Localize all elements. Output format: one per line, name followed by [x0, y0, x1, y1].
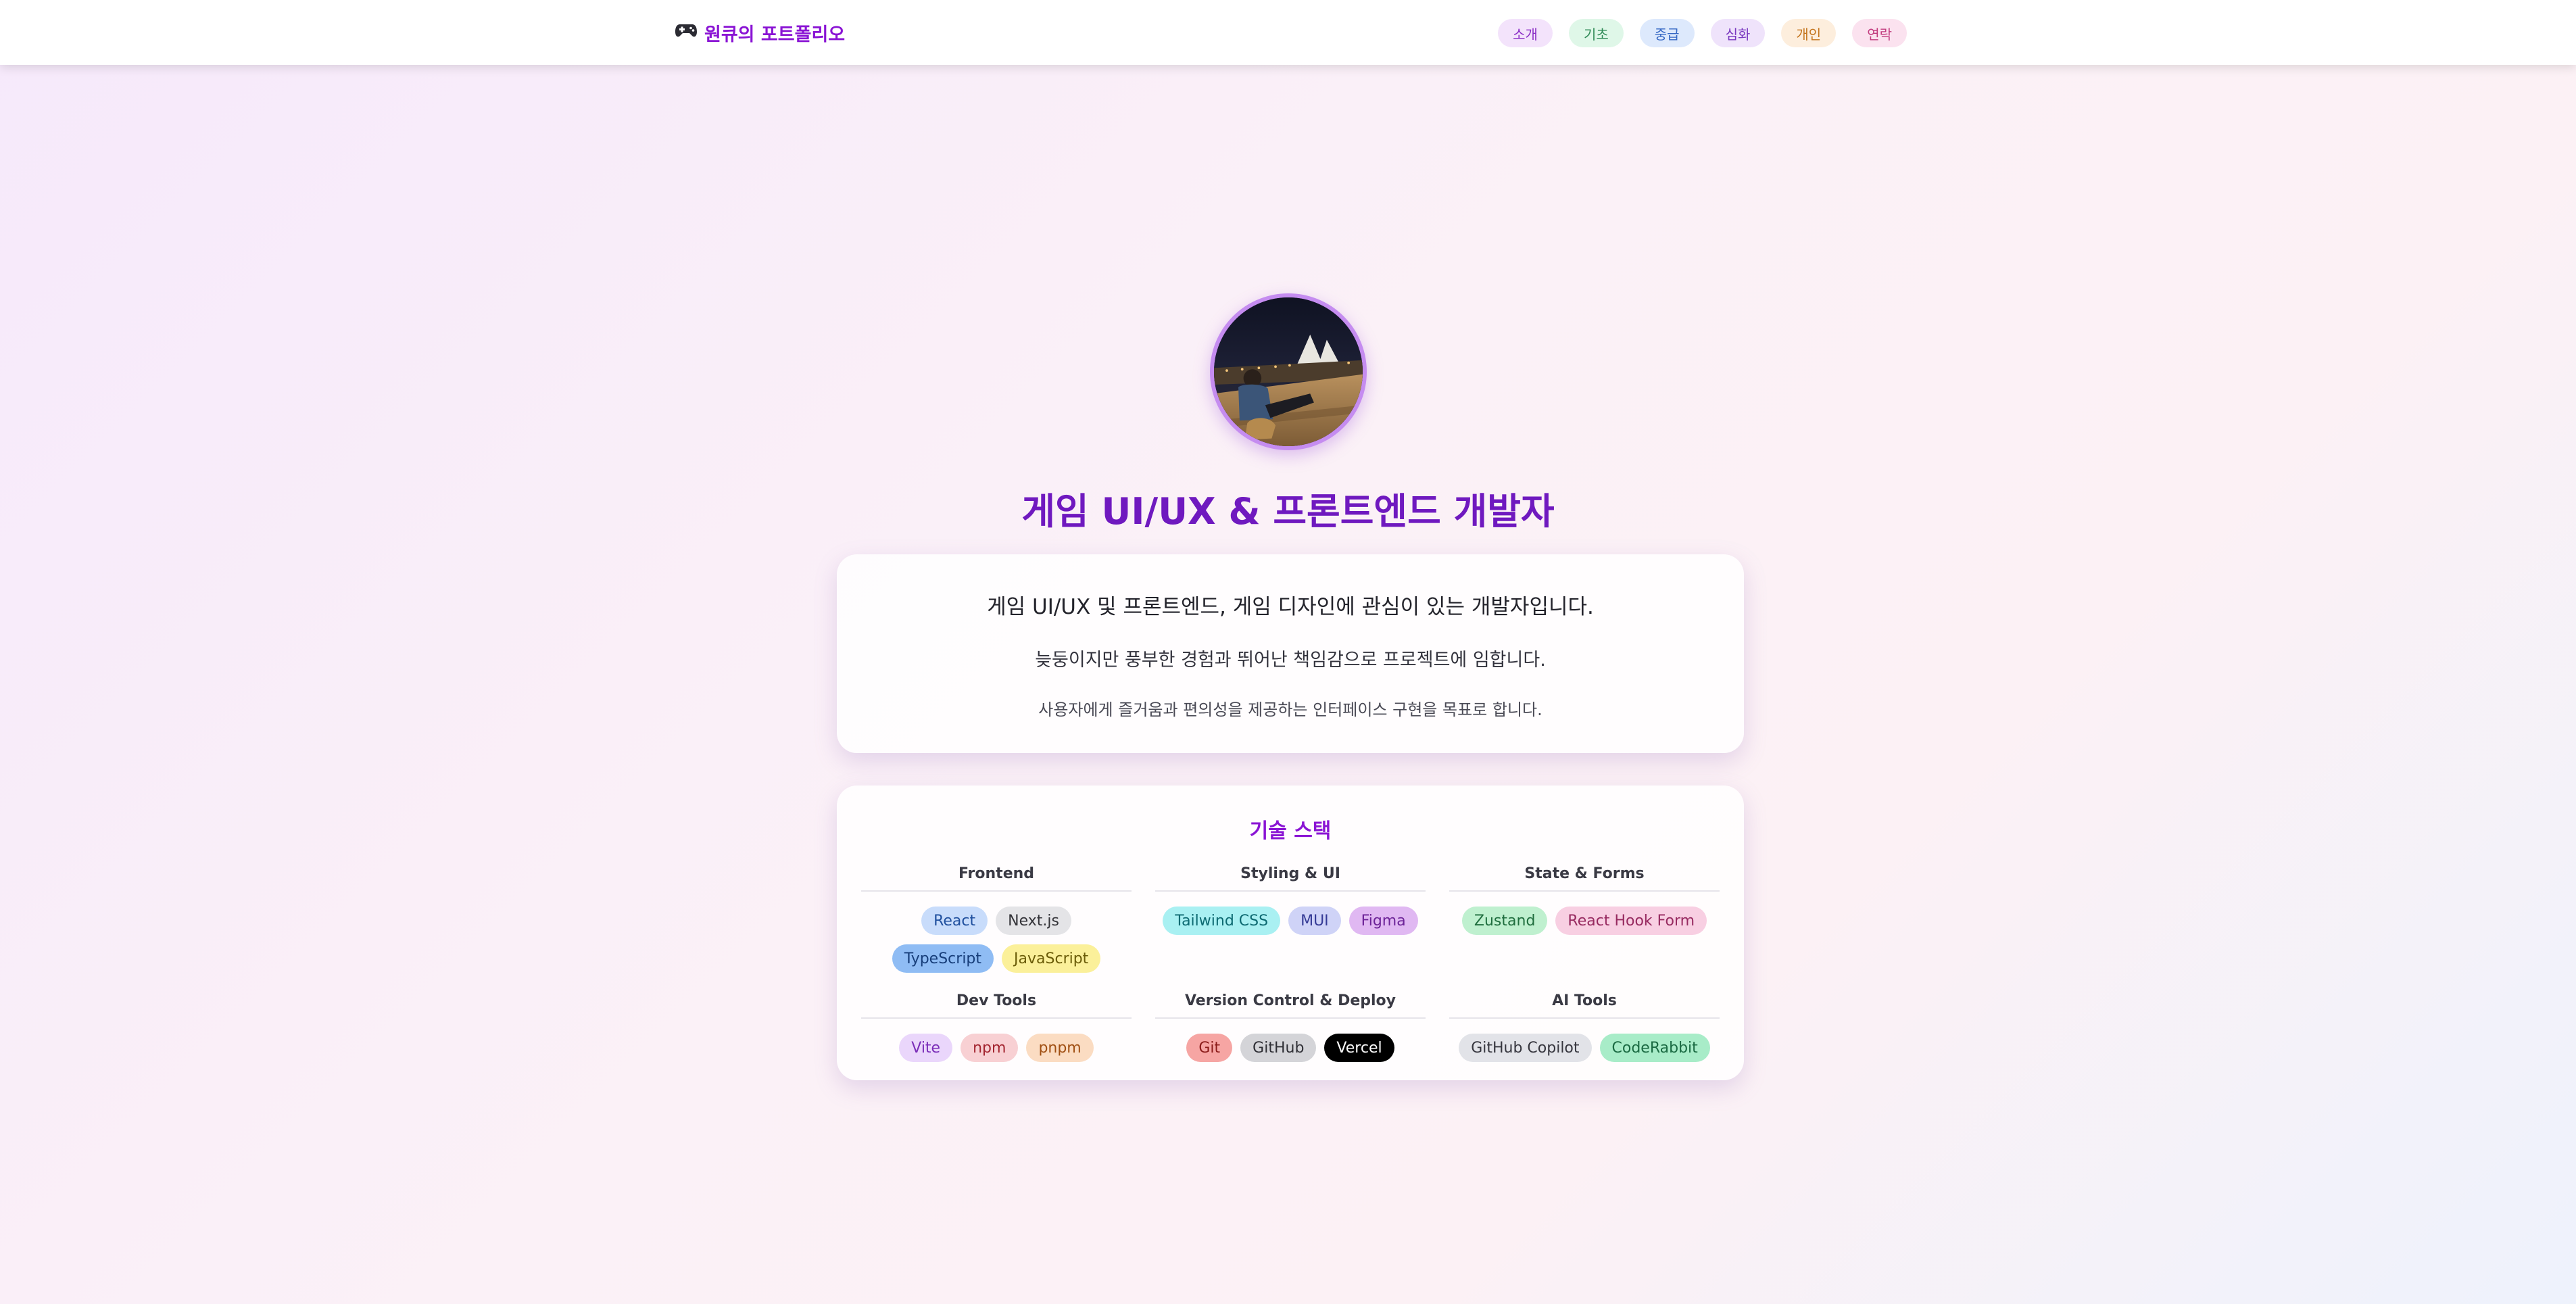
- intro-line: 게임 UI/UX 및 프론트엔드, 게임 디자인에 관심이 있는 개발자입니다.: [987, 595, 1594, 619]
- tech-group: AI Tools GitHub Copilot CodeRabbit: [1449, 992, 1720, 1062]
- top-navbar: 원큐의 포트폴리오 소개 기초 중급 심화 개인 연락: [0, 0, 2576, 65]
- intro-line: 늦둥이지만 풍부한 경험과 뛰어난 책임감으로 프로젝트에 임합니다.: [1035, 650, 1546, 671]
- tech-group: Frontend React Next.js TypeScript JavaScript: [861, 865, 1132, 973]
- tech-stack-title: 기술 스택: [1249, 819, 1332, 843]
- intro-line: 사용자에게 즐거움과 편의성을 제공하는 인터페이스 구현을 목표로 합니다.: [1038, 700, 1542, 719]
- page-title: 게임 UI/UX & 프론트엔드 개발자: [1021, 490, 1555, 533]
- tech-tag: npm: [961, 1034, 1019, 1062]
- tech-group-title: Dev Tools: [861, 992, 1132, 1019]
- tech-tag: GitHub: [1240, 1034, 1317, 1062]
- tech-group: Styling & UI Tailwind CSS MUI Figma: [1155, 865, 1426, 935]
- nav-link[interactable]: 기초: [1568, 19, 1624, 47]
- brand-link[interactable]: 원큐의 포트폴리오: [675, 19, 845, 46]
- tech-tag: pnpm: [1026, 1034, 1094, 1062]
- profile-avatar: [1210, 293, 1367, 450]
- tech-group-title: Frontend: [861, 865, 1132, 892]
- nav-link[interactable]: 개인: [1781, 19, 1837, 47]
- nav-link[interactable]: 소개: [1498, 19, 1553, 47]
- tech-group: State & Forms Zustand React Hook Form: [1449, 865, 1720, 935]
- tech-tag: Tailwind CSS: [1163, 907, 1281, 935]
- main-nav: 소개 기초 중급 심화 개인 연락: [1498, 19, 1907, 47]
- gamepad-icon: [675, 22, 698, 44]
- tech-tag: Vercel: [1324, 1034, 1394, 1062]
- tech-tag: GitHub Copilot: [1459, 1034, 1592, 1062]
- tech-tag: Figma: [1348, 907, 1418, 935]
- intro-card: 게임 UI/UX 및 프론트엔드, 게임 디자인에 관심이 있는 개발자입니다.…: [837, 554, 1744, 753]
- tech-tag: Next.js: [996, 907, 1071, 935]
- tech-tag: JavaScript: [1002, 944, 1101, 973]
- tech-tag: CodeRabbit: [1599, 1034, 1710, 1062]
- tech-tag-list: Vite npm pnpm: [861, 1034, 1132, 1062]
- tech-group: Version Control & Deploy Git GitHub Vercel: [1155, 992, 1426, 1062]
- tech-tag: Git: [1186, 1034, 1233, 1062]
- tech-tag: MUI: [1288, 907, 1341, 935]
- nav-link[interactable]: 심화: [1710, 19, 1766, 47]
- tech-group-title: AI Tools: [1449, 992, 1720, 1019]
- tech-group-title: State & Forms: [1449, 865, 1720, 892]
- tech-group-title: Styling & UI: [1155, 865, 1426, 892]
- tech-tag: Vite: [899, 1034, 953, 1062]
- tech-group: Dev Tools Vite npm pnpm: [861, 992, 1132, 1062]
- tech-group-title: Version Control & Deploy: [1155, 992, 1426, 1019]
- tech-tag-list: Git GitHub Vercel: [1155, 1034, 1426, 1062]
- tech-tag-list: GitHub Copilot CodeRabbit: [1449, 1034, 1720, 1062]
- tech-tag: React: [921, 907, 988, 935]
- nav-link[interactable]: 연락: [1852, 19, 1907, 47]
- tech-tag: React Hook Form: [1555, 907, 1707, 935]
- tech-tag: TypeScript: [892, 944, 994, 973]
- tech-stack-card: 기술 스택 Frontend React Next.js TypeScript Java…: [837, 786, 1744, 1080]
- tech-tag-list: Tailwind CSS MUI Figma: [1155, 907, 1426, 935]
- tech-tag-list: Zustand React Hook Form: [1449, 907, 1720, 935]
- brand-title: 원큐의 포트폴리오: [704, 24, 846, 45]
- nav-link[interactable]: 중급: [1639, 19, 1695, 47]
- tech-tag: Zustand: [1461, 907, 1548, 935]
- tech-tag-list: React Next.js TypeScript JavaScript: [861, 907, 1132, 973]
